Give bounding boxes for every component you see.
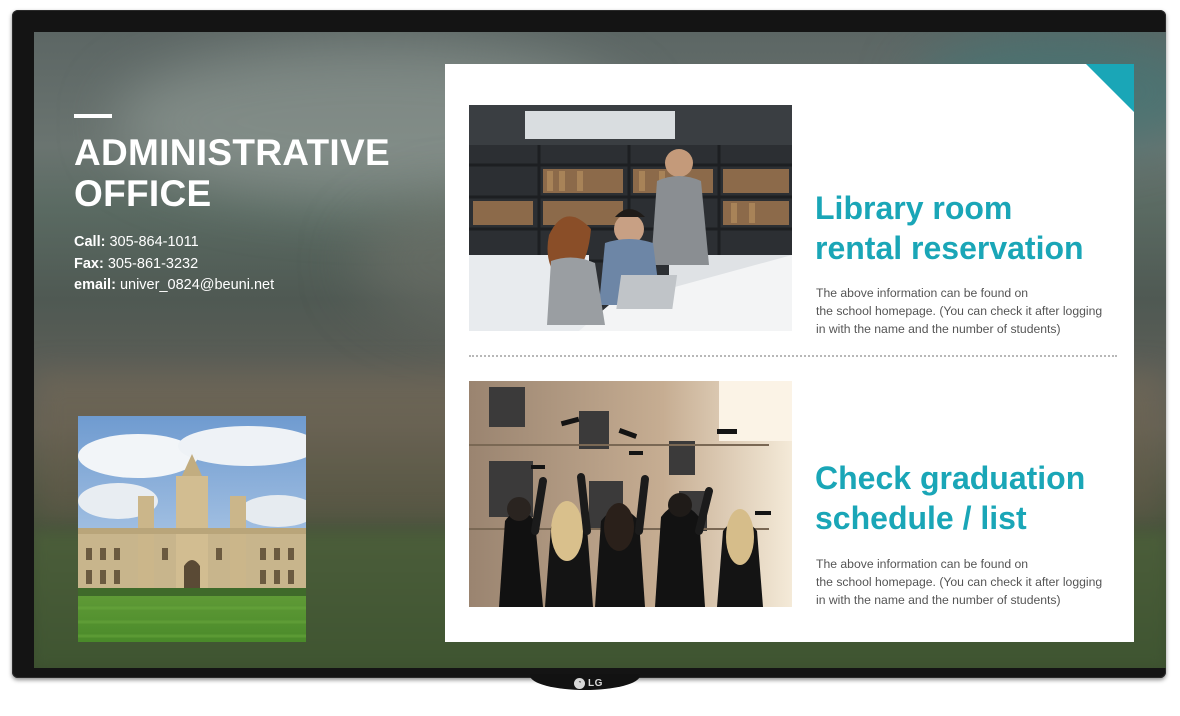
brand-name: LG xyxy=(588,677,603,689)
campus-building-photo xyxy=(78,416,306,642)
contact-email: email: univer_0824@beuni.net xyxy=(74,275,274,297)
office-title: ADMINISTRATIVE OFFICE xyxy=(74,132,414,214)
info-card: Library room rental reservation The abov… xyxy=(445,64,1134,642)
brand-logo: ◔ LG xyxy=(574,676,603,690)
contact-call: Call: 305-864-1011 xyxy=(74,232,274,254)
feature-desc-line: in with the name and the number of stude… xyxy=(816,322,1061,336)
feature-title-line: Check graduation xyxy=(815,460,1086,496)
feature-desc-line: The above information can be found on xyxy=(816,286,1029,300)
lg-circle-icon: ◔ xyxy=(574,677,585,689)
feature-desc-line: the school homepage. (You can check it a… xyxy=(816,575,1103,589)
title-accent-dash xyxy=(74,114,112,118)
call-label: Call: xyxy=(74,234,106,250)
dotted-divider xyxy=(469,355,1117,357)
library-students-photo xyxy=(469,105,792,331)
office-title-line2: OFFICE xyxy=(74,173,212,214)
feature-title-graduation: Check graduation schedule / list xyxy=(815,458,1125,538)
feature-title-line: schedule / list xyxy=(815,500,1027,536)
graduates-caps-photo xyxy=(469,381,792,607)
feature-title-line: rental reservation xyxy=(815,230,1084,266)
tv-bezel: ADMINISTRATIVE OFFICE Call: 305-864-1011… xyxy=(12,10,1166,678)
feature-desc-library: The above information can be found on th… xyxy=(816,284,1121,338)
fax-value: 305-861-3232 xyxy=(107,255,199,272)
office-title-line1: ADMINISTRATIVE xyxy=(74,132,390,173)
contact-fax: Fax: 305-861-3232 xyxy=(74,254,274,276)
corner-accent xyxy=(1086,64,1134,112)
fax-label: Fax: xyxy=(74,255,104,272)
feature-desc-line: The above information can be found on xyxy=(816,557,1029,571)
call-value: 305-864-1011 xyxy=(109,234,199,250)
feature-title-library: Library room rental reservation xyxy=(815,188,1125,268)
email-label: email: xyxy=(74,277,116,293)
feature-title-line: Library room xyxy=(815,190,1013,226)
feature-desc-line: in with the name and the number of stude… xyxy=(816,593,1061,607)
contact-info: Call: 305-864-1011 Fax: 305-861-3232 ema… xyxy=(74,232,274,297)
email-value: univer_0824@beuni.net xyxy=(119,277,275,293)
feature-desc-graduation: The above information can be found on th… xyxy=(816,555,1121,609)
signage-screen: ADMINISTRATIVE OFFICE Call: 305-864-1011… xyxy=(34,32,1166,668)
feature-desc-line: the school homepage. (You can check it a… xyxy=(816,304,1103,318)
